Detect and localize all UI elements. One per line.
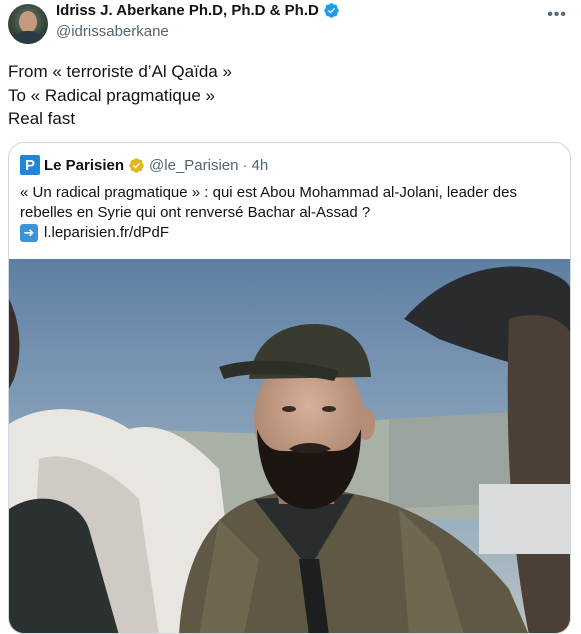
tweet-line-3: Real fast xyxy=(8,109,76,128)
tweet-line-2: To « Radical pragmatique » xyxy=(8,85,215,105)
photo-illustration xyxy=(9,259,570,633)
quoted-timestamp[interactable]: 4h xyxy=(251,157,268,174)
right-arrow-icon: ➜ xyxy=(20,224,38,242)
more-horizontal-icon[interactable]: ••• xyxy=(547,6,567,24)
le-parisien-logo-icon[interactable]: P xyxy=(20,155,40,175)
quoted-tweet-card[interactable]: P Le Parisien @le_Parisien · 4h « Un rad… xyxy=(8,142,571,634)
quoted-link[interactable]: l.leparisien.fr/dPdF xyxy=(44,223,169,243)
quoted-source-name[interactable]: Le Parisien xyxy=(44,157,124,174)
quoted-text-line-1: « Un radical pragmatique » : qui est Abo… xyxy=(20,184,517,201)
quoted-tweet-header: P Le Parisien @le_Parisien · 4h xyxy=(20,155,268,175)
quoted-text-line-2: rebelles en Syrie qui ont renversé Bacha… xyxy=(20,204,371,221)
author-handle[interactable]: @idrissaberkane xyxy=(56,23,169,40)
quoted-source-handle[interactable]: @le_Parisien xyxy=(149,157,238,174)
tweet-line-1: From « terroriste d’Al Qaïda » xyxy=(8,62,232,81)
quoted-tweet-text: « Un radical pragmatique » : qui est Abo… xyxy=(20,183,560,243)
tweet-text: From « terroriste d’Al Qaïda » To « Radi… xyxy=(8,60,232,131)
separator-dot: · xyxy=(242,156,248,174)
quoted-tweet-photo[interactable] xyxy=(9,259,570,633)
verified-badge-icon xyxy=(324,3,339,18)
author-name-row[interactable]: Idriss J. Aberkane Ph.D, Ph.D & Ph.D xyxy=(56,2,340,19)
quoted-link-row: ➜ l.leparisien.fr/dPdF xyxy=(20,223,560,243)
verified-gold-badge-icon xyxy=(129,157,144,173)
author-avatar[interactable] xyxy=(8,4,48,44)
author-name[interactable]: Idriss J. Aberkane Ph.D, Ph.D & Ph.D xyxy=(56,2,319,19)
